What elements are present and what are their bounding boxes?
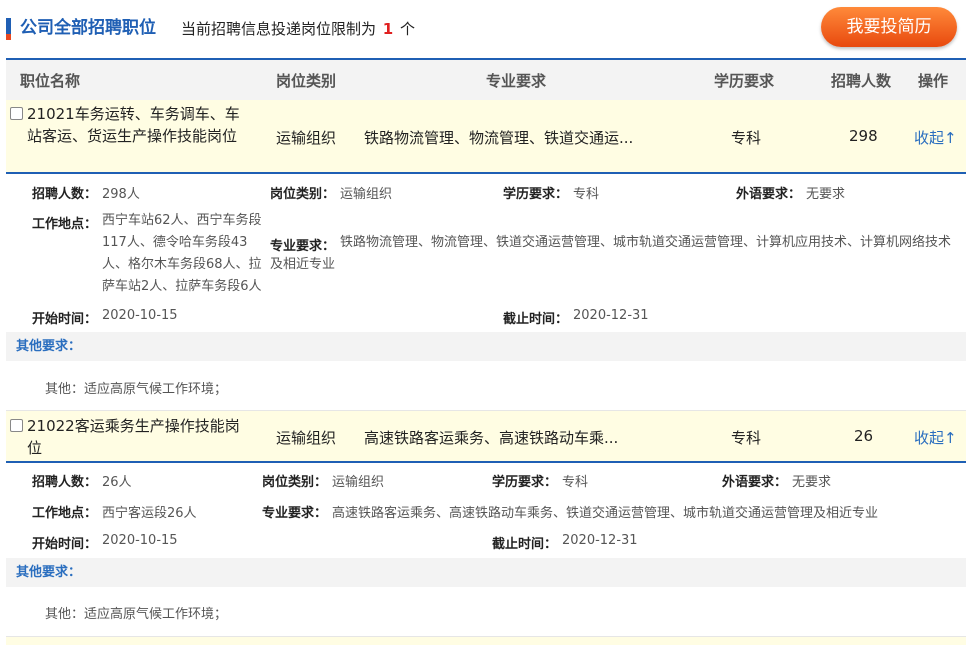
detail-language: 无要求 (806, 187, 846, 202)
detail-end: 2020-12-31 (562, 533, 638, 548)
detail-category: 运输组织 (332, 475, 385, 490)
select-checkbox[interactable] (10, 107, 23, 120)
detail-end-label: 截止时间： (503, 312, 569, 327)
col-major: 专业要求 (486, 72, 547, 90)
detail-start: 2020-10-15 (102, 308, 178, 323)
job-major: 高速铁路客运乘务、高速铁路动车乘... (364, 429, 619, 447)
detail-category-label: 岗位类别： (262, 475, 328, 490)
page-title: 公司全部招聘职位 (20, 18, 156, 38)
detail-major: 铁路物流管理、物流管理、铁道交通运营管理、城市轨道交通运营管理、计算机应用技术、… (270, 235, 952, 272)
detail-start: 2020-10-15 (102, 533, 178, 548)
detail-language: 无要求 (792, 475, 832, 490)
detail-category-label: 岗位类别： (270, 187, 336, 202)
title-marker-accent (6, 34, 11, 40)
detail-education: 专科 (562, 475, 589, 490)
detail-end: 2020-12-31 (573, 308, 649, 323)
detail-count: 26人 (102, 475, 132, 490)
other-requirements-text: 其他：适应高原气候工作环境； (45, 607, 228, 622)
other-requirements-bar: 其他要求： (6, 332, 966, 361)
apply-resume-button[interactable]: 我要投简历 (821, 7, 957, 47)
col-action: 操作 (918, 72, 949, 90)
detail-language-label: 外语要求： (736, 187, 802, 202)
job-count: 298 (849, 127, 878, 145)
job-category: 运输组织 (276, 429, 337, 447)
detail-location-label: 工作地点： (32, 217, 98, 232)
post-limit-number: 1 (382, 20, 394, 38)
page-header: 公司全部招聘职位 当前招聘信息投递岗位限制为 1 个 我要投简历 (0, 0, 970, 58)
collapse-toggle[interactable]: 收起↑ (914, 127, 957, 148)
other-requirements-label: 其他要求： (16, 565, 82, 580)
detail-education-label: 学历要求： (492, 475, 558, 490)
job-count: 26 (854, 427, 874, 445)
job-education: 专科 (731, 129, 762, 147)
job-name: 21022客运乘务生产操作技能岗位 (27, 417, 240, 457)
post-limit-suffix: 个 (400, 20, 416, 38)
other-requirements-bar: 其他要求： (6, 558, 966, 587)
col-count: 招聘人数 (831, 72, 892, 90)
other-requirements-label: 其他要求： (16, 339, 82, 354)
detail-language-label: 外语要求： (722, 475, 788, 490)
detail-location: 西宁客运段26人 (102, 506, 197, 521)
detail-start-label: 开始时间： (32, 537, 98, 552)
detail-location: 西宁车站62人、西宁车务段117人、德令哈车务段43人、格尔木车务段68人、拉萨… (102, 213, 262, 294)
row-divider (6, 172, 966, 174)
detail-category: 运输组织 (340, 187, 393, 202)
job-name: 21021车务运转、车务调车、车站客运、货运生产操作技能岗位 (27, 105, 240, 145)
row-divider (6, 461, 966, 463)
detail-major: 高速铁路客运乘务、高速铁路动车乘务、铁道交通运营管理、城市轨道交通运营管理及相近… (332, 506, 879, 521)
detail-count-label: 招聘人数： (32, 475, 98, 490)
collapse-toggle[interactable]: 收起↑ (914, 427, 957, 448)
col-category: 岗位类别 (276, 72, 337, 90)
table-row: 21022客运乘务生产操作技能岗位 运输组织 高速铁路客运乘务、高速铁路动车乘.… (6, 411, 966, 461)
detail-count: 298人 (102, 187, 140, 202)
table-header: 职位名称 岗位类别 专业要求 学历要求 招聘人数 操作 (6, 58, 966, 102)
job-category: 运输组织 (276, 129, 337, 147)
detail-count-label: 招聘人数： (32, 187, 98, 202)
col-name: 职位名称 (20, 72, 81, 90)
post-limit-prefix: 当前招聘信息投递岗位限制为 (181, 20, 377, 38)
detail-education: 专科 (573, 187, 600, 202)
detail-start-label: 开始时间： (32, 312, 98, 327)
detail-end-label: 截止时间： (492, 537, 558, 552)
detail-major-label: 专业要求： (262, 506, 328, 521)
detail-education-label: 学历要求： (503, 187, 569, 202)
detail-location-label: 工作地点： (32, 506, 98, 521)
table-row (6, 637, 966, 645)
job-education: 专科 (731, 429, 762, 447)
select-checkbox[interactable] (10, 419, 23, 432)
job-major: 铁路物流管理、物流管理、铁道交通运... (364, 129, 634, 147)
other-requirements-text: 其他：适应高原气候工作环境； (45, 382, 228, 397)
table-row: 21021车务运转、车务调车、车站客运、货运生产操作技能岗位 运输组织 铁路物流… (6, 100, 966, 172)
col-education: 学历要求 (714, 72, 775, 90)
post-limit-notice: 当前招聘信息投递岗位限制为 1 个 (181, 18, 415, 40)
